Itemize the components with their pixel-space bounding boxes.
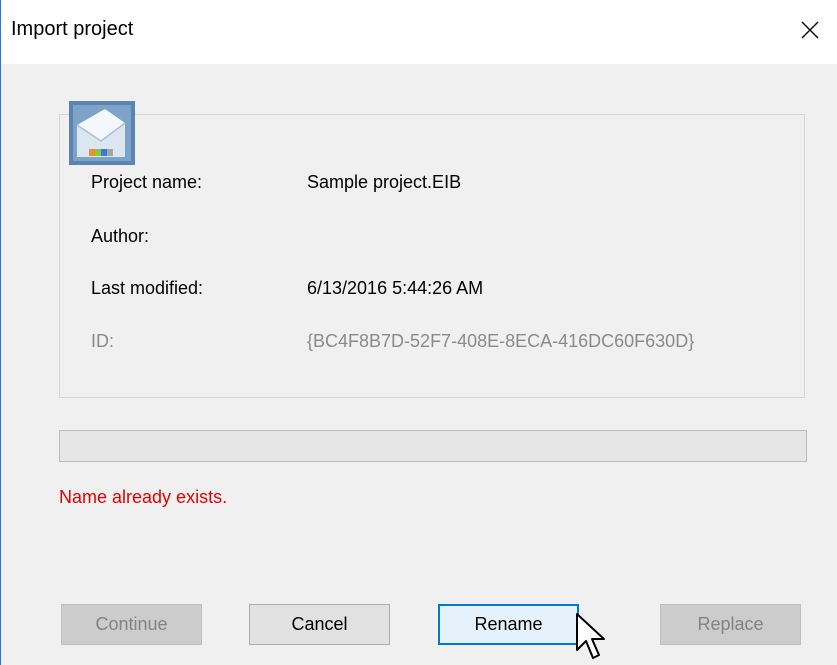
close-icon bbox=[801, 21, 819, 39]
project-name-label: Project name: bbox=[91, 172, 203, 192]
import-progress-bar bbox=[59, 430, 807, 462]
id-label: ID: bbox=[91, 331, 115, 351]
status-error-message: Name already exists. bbox=[59, 487, 228, 507]
dialog-title: Import project bbox=[11, 18, 134, 40]
import-project-dialog: Import project Project name: Sample proj… bbox=[0, 0, 837, 665]
rename-button[interactable]: Rename bbox=[438, 604, 579, 645]
project-info-panel bbox=[59, 114, 805, 398]
replace-button[interactable]: Replace bbox=[660, 604, 801, 645]
title-bar: Import project bbox=[1, 0, 837, 64]
project-file-icon bbox=[69, 101, 135, 165]
id-value: {BC4F8B7D-52F7-408E-8ECA-416DC60F630D} bbox=[307, 331, 695, 351]
mouse-pointer-icon bbox=[576, 613, 605, 659]
cancel-button[interactable]: Cancel bbox=[249, 604, 390, 645]
last-modified-label: Last modified: bbox=[91, 278, 204, 298]
project-name-value: Sample project.EIB bbox=[307, 172, 462, 192]
continue-button[interactable]: Continue bbox=[61, 604, 202, 645]
last-modified-value: 6/13/2016 5:44:26 AM bbox=[307, 278, 484, 298]
author-label: Author: bbox=[91, 226, 150, 246]
close-button[interactable] bbox=[779, 0, 837, 64]
